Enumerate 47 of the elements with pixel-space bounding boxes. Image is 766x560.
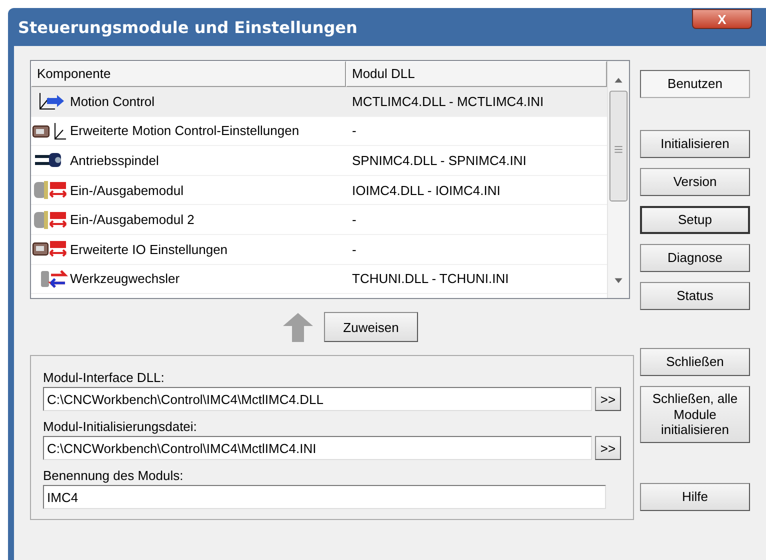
io-module-icon <box>31 208 69 231</box>
component-name: Erweiterte IO Einstellungen <box>70 242 228 257</box>
up-arrow-icon <box>282 312 314 342</box>
field-label: Benennung des Moduls: <box>43 468 184 485</box>
module-dll: SPNIMC4.DLL - SPNIMC4.INI <box>351 152 528 168</box>
component-name: Ein-/Ausgabemodul <box>70 182 184 198</box>
io-module-icon <box>31 179 69 202</box>
column-header[interactable]: Modul DLL <box>346 61 607 87</box>
close-button[interactable]: X <box>692 9 752 29</box>
browse-button[interactable]: >> <box>595 387 621 411</box>
column-header[interactable]: Komponente <box>31 61 346 87</box>
assign-button[interactable]: Zuweisen <box>324 312 418 342</box>
dialog-button[interactable]: Benutzen <box>640 70 750 98</box>
text-field[interactable]: IMC4 <box>43 485 606 509</box>
list-row[interactable]: Motion Control MCTLIMC4.DLL - MCTLIMC4.INI <box>31 87 607 117</box>
dialog-button[interactable]: Schließen <box>640 348 750 376</box>
component-name: Motion Control <box>70 94 155 109</box>
text-field[interactable]: C:\CNCWorkbench\Control\IMC4\MctlIMC4.DLL <box>43 387 592 411</box>
text-field[interactable]: C:\CNCWorkbench\Control\IMC4\MctlIMC4.INI <box>43 436 592 460</box>
module-dll: MCTLIMC4.DLL - MCTLIMC4.INI <box>351 94 545 109</box>
component-name: Erweiterte Motion Control-Einstellungen <box>70 123 300 138</box>
field-label: Modul-Initialisierungsdatei: <box>43 419 198 436</box>
module-dll: - <box>351 242 358 257</box>
module-dll: TCHUNI.DLL - TCHUNI.INI <box>351 271 510 286</box>
list-row[interactable]: Erweiterte IO Einstellungen - <box>31 234 607 265</box>
component-name: Werkzeugwechsler <box>70 271 180 286</box>
component-name: Antriebsspindel <box>70 152 159 168</box>
module-dll: IOIMC4.DLL - IOIMC4.INI <box>351 182 502 198</box>
list-row[interactable]: Werkzeugwechsler TCHUNI.DLL - TCHUNI.INI <box>31 264 607 294</box>
browse-button[interactable]: >> <box>595 436 621 460</box>
dialog-button[interactable]: Hilfe <box>640 482 750 511</box>
dialog-button[interactable]: Diagnose <box>640 244 750 272</box>
window-title: Steuerungsmodule und Einstellungen <box>18 18 358 36</box>
dialog-button[interactable]: Version <box>640 168 750 196</box>
list-row[interactable]: Ein-/Ausgabemodul 2 - <box>31 205 607 235</box>
dialog-button[interactable]: Setup <box>640 206 750 234</box>
list-row[interactable]: Ein-/Ausgabemodul IOIMC4.DLL - IOIMC4.INI <box>31 176 607 206</box>
module-dll: - <box>351 212 358 228</box>
dialog-button[interactable]: Status <box>640 282 750 310</box>
module-dll: - <box>351 123 358 138</box>
dialog-button[interactable]: Initialisieren <box>640 130 750 158</box>
list-row[interactable]: Antriebsspindel SPNIMC4.DLL - SPNIMC4.INI <box>31 146 607 176</box>
dialog-button[interactable]: Schließen, alle Module initialisieren <box>640 386 750 443</box>
field-label: Modul-Interface DLL: <box>43 370 166 387</box>
component-name: Ein-/Ausgabemodul 2 <box>70 212 194 228</box>
list-row[interactable]: Erweiterte Motion Control-Einstellungen - <box>31 116 607 146</box>
scrollbar[interactable] <box>607 61 629 298</box>
